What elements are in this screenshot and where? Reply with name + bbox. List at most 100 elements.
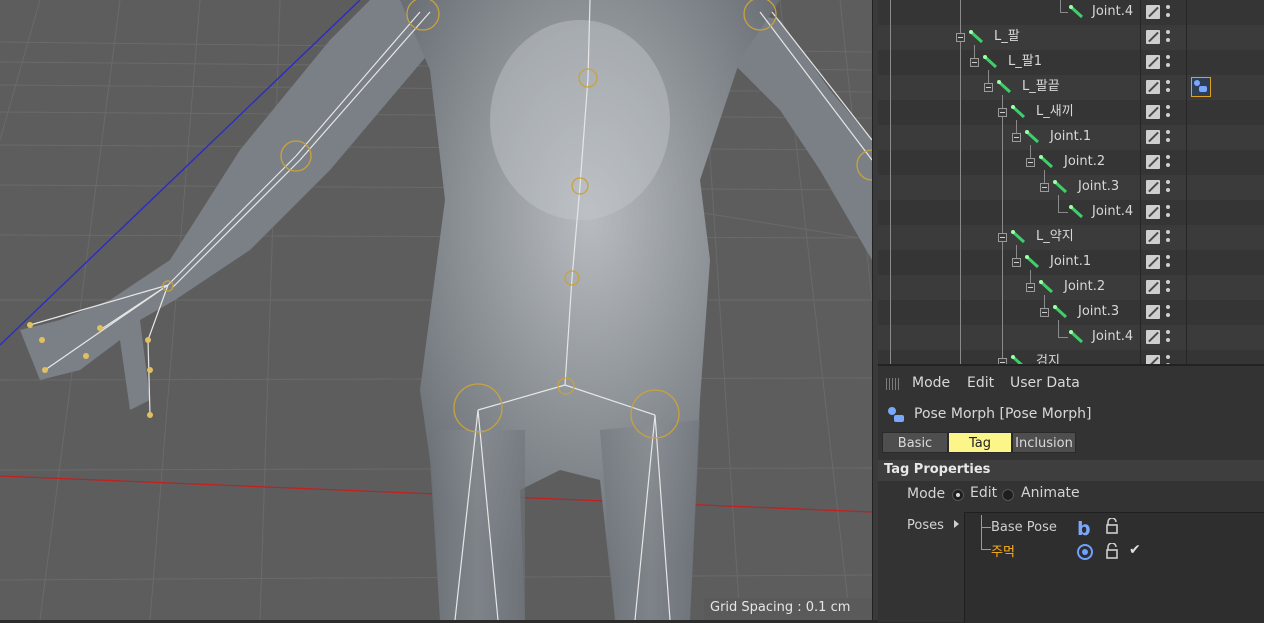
tree-line xyxy=(1058,195,1059,213)
pose-item-base[interactable]: Base Pose xyxy=(991,520,1057,535)
visibility-icon[interactable] xyxy=(1146,105,1160,119)
render-dots-icon[interactable] xyxy=(1165,104,1171,120)
pose-morph-icon xyxy=(888,407,904,422)
poses-expand-arrow-icon[interactable] xyxy=(954,520,959,528)
expand-toggle[interactable] xyxy=(1040,308,1049,317)
joint-icon xyxy=(1053,180,1068,194)
object-name[interactable]: Joint.4 xyxy=(1092,204,1133,220)
lock-icon[interactable] xyxy=(1105,518,1119,534)
object-manager[interactable]: Joint.4 L_팔 L_팔1 L_팔끝 L_새끼 Joint.1 Joint… xyxy=(878,0,1264,364)
object-name[interactable]: Joint.3 xyxy=(1078,304,1119,320)
render-dots-icon[interactable] xyxy=(1165,4,1171,20)
render-dots-icon[interactable] xyxy=(1165,54,1171,70)
attribute-manager[interactable]: Mode Edit User Data Pose Morph [Pose Mor… xyxy=(878,364,1264,623)
menu-user-data[interactable]: User Data xyxy=(1010,375,1080,391)
mode-edit-radio[interactable] xyxy=(952,489,964,501)
object-name[interactable]: Joint.4 xyxy=(1092,329,1133,345)
check-icon[interactable]: ✔ xyxy=(1129,542,1141,558)
section-header[interactable]: Tag Properties xyxy=(878,460,1264,481)
mode-animate-label[interactable]: Animate xyxy=(1021,485,1080,501)
expand-toggle[interactable] xyxy=(956,33,965,42)
render-dots-icon[interactable] xyxy=(1165,254,1171,270)
object-name[interactable]: Joint.2 xyxy=(1064,279,1105,295)
list-item[interactable] xyxy=(878,350,1264,364)
list-item[interactable] xyxy=(878,50,1264,75)
poses-label: Poses xyxy=(907,518,944,533)
pose-item-selected[interactable]: 주먹 xyxy=(991,541,1015,560)
tree-line xyxy=(981,527,991,550)
render-dots-icon[interactable] xyxy=(1165,329,1171,345)
render-dots-icon[interactable] xyxy=(1165,29,1171,45)
visibility-icon[interactable] xyxy=(1146,355,1160,364)
expand-toggle[interactable] xyxy=(1026,158,1035,167)
visibility-icon[interactable] xyxy=(1146,305,1160,319)
render-dots-icon[interactable] xyxy=(1165,354,1171,364)
grid-spacing-readout: Grid Spacing : 0.1 cm xyxy=(704,598,872,620)
expand-toggle[interactable] xyxy=(970,58,979,67)
visibility-icon[interactable] xyxy=(1146,230,1160,244)
object-name[interactable]: L_새끼 xyxy=(1036,104,1074,120)
expand-toggle[interactable] xyxy=(984,83,993,92)
visibility-icon[interactable] xyxy=(1146,180,1160,194)
target-icon[interactable] xyxy=(1077,544,1093,560)
list-item[interactable] xyxy=(878,175,1264,200)
expand-toggle[interactable] xyxy=(1012,258,1021,267)
render-dots-icon[interactable] xyxy=(1165,154,1171,170)
visibility-icon[interactable] xyxy=(1146,30,1160,44)
object-name[interactable]: L_팔 xyxy=(994,29,1020,45)
base-pose-b-icon[interactable]: b xyxy=(1077,519,1091,539)
expand-toggle[interactable] xyxy=(1040,183,1049,192)
grip-icon[interactable] xyxy=(886,378,900,390)
expand-toggle[interactable] xyxy=(998,108,1007,117)
render-dots-icon[interactable] xyxy=(1165,179,1171,195)
object-name[interactable]: Joint.4 xyxy=(1092,4,1133,20)
list-item[interactable] xyxy=(878,25,1264,50)
object-name[interactable]: L_팔끝 xyxy=(1022,79,1060,95)
object-title: Pose Morph [Pose Morph] xyxy=(914,406,1092,422)
expand-toggle[interactable] xyxy=(1012,133,1021,142)
render-dots-icon[interactable] xyxy=(1165,204,1171,220)
pose-list[interactable]: Base Pose b 주먹 ✔ xyxy=(964,512,1264,623)
joint-icon xyxy=(1039,155,1054,169)
pose-morph-tag-icon[interactable] xyxy=(1191,77,1211,97)
visibility-icon[interactable] xyxy=(1146,80,1160,94)
visibility-icon[interactable] xyxy=(1146,280,1160,294)
menu-mode[interactable]: Mode xyxy=(912,375,950,391)
object-name[interactable]: Joint.3 xyxy=(1078,179,1119,195)
mode-animate-radio[interactable] xyxy=(1002,489,1014,501)
visibility-icon[interactable] xyxy=(1146,330,1160,344)
tree-line xyxy=(1058,212,1068,213)
joint-icon xyxy=(1011,355,1023,364)
object-name[interactable]: L_약지 xyxy=(1036,229,1074,245)
render-dots-icon[interactable] xyxy=(1165,79,1171,95)
render-dots-icon[interactable] xyxy=(1165,129,1171,145)
tab-tag[interactable]: Tag xyxy=(948,432,1012,453)
visibility-icon[interactable] xyxy=(1146,155,1160,169)
menu-edit[interactable]: Edit xyxy=(967,375,994,391)
render-dots-icon[interactable] xyxy=(1165,229,1171,245)
mode-edit-label[interactable]: Edit xyxy=(970,485,997,501)
visibility-icon[interactable] xyxy=(1146,130,1160,144)
visibility-icon[interactable] xyxy=(1146,205,1160,219)
visibility-icon[interactable] xyxy=(1146,5,1160,19)
3d-viewport[interactable]: Grid Spacing : 0.1 cm xyxy=(0,0,872,620)
tree-line xyxy=(1060,0,1061,12)
list-item[interactable] xyxy=(878,300,1264,325)
expand-toggle[interactable] xyxy=(1026,283,1035,292)
render-dots-icon[interactable] xyxy=(1165,279,1171,295)
lock-icon[interactable] xyxy=(1105,543,1119,559)
render-dots-icon[interactable] xyxy=(1165,304,1171,320)
object-name[interactable]: Joint.1 xyxy=(1050,129,1091,145)
expand-toggle[interactable] xyxy=(998,233,1007,242)
column-separator xyxy=(1140,0,1141,364)
visibility-icon[interactable] xyxy=(1146,55,1160,69)
object-name[interactable]: Joint.2 xyxy=(1064,154,1105,170)
object-name[interactable]: 검지 xyxy=(1036,354,1060,364)
tab-inclusion[interactable]: Inclusion xyxy=(1012,432,1076,453)
visibility-icon[interactable] xyxy=(1146,255,1160,269)
tree-line xyxy=(1060,12,1068,13)
joint-icon xyxy=(1025,255,1040,269)
object-name[interactable]: Joint.1 xyxy=(1050,254,1091,270)
tab-basic[interactable]: Basic xyxy=(882,432,948,453)
object-name[interactable]: L_팔1 xyxy=(1008,54,1042,70)
